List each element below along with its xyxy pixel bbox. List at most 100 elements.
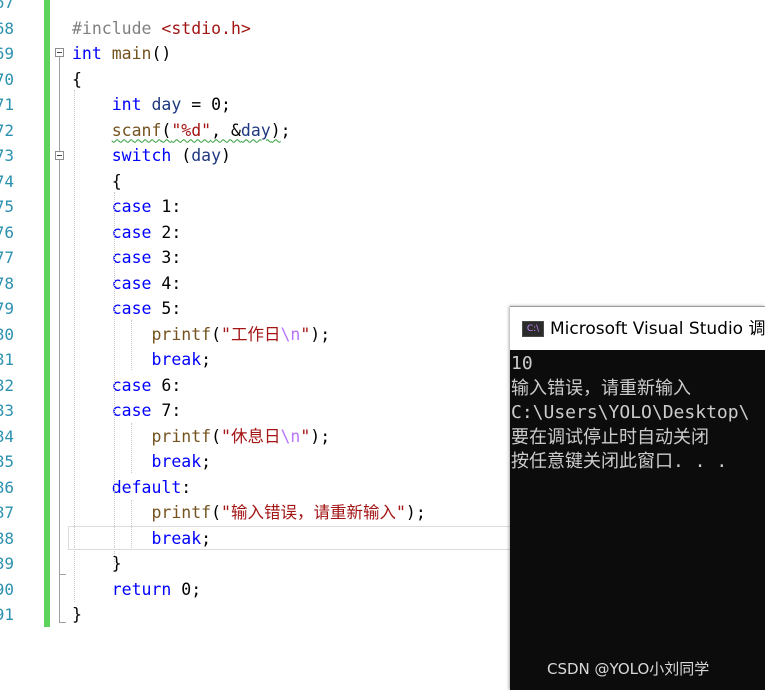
code-token: { — [72, 171, 122, 191]
console-titlebar[interactable]: C:\ Microsoft Visual Studio 调试控制台 — [510, 306, 765, 350]
console-title: Microsoft Visual Studio 调试控制台 — [550, 319, 765, 339]
code-text[interactable]: break; — [72, 449, 211, 475]
fold-region-line-switch — [59, 160, 60, 574]
code-token: ( — [171, 146, 192, 165]
line-number: 77 — [0, 248, 14, 267]
code-line[interactable]: 68 #include <stdio.h> — [0, 16, 765, 42]
code-token: "输入错误，请重新输入" — [221, 503, 406, 522]
code-token: int — [111, 95, 142, 114]
code-text[interactable]: printf("休息日\n"); — [72, 424, 330, 450]
code-line[interactable]: 67 — [0, 0, 765, 16]
code-token: 2: — [151, 222, 182, 242]
code-text[interactable]: case 4: — [72, 271, 182, 297]
code-token: case — [111, 273, 152, 293]
code-text[interactable]: case 2: — [72, 220, 182, 246]
code-line[interactable]: 71 int day = 0; — [0, 92, 765, 118]
code-token: , & — [211, 120, 241, 140]
code-line[interactable]: 69 int main() — [0, 41, 765, 67]
code-token: ); — [310, 426, 331, 446]
code-token: ; — [280, 120, 291, 140]
code-text[interactable]: case 5: — [72, 296, 182, 322]
code-token: 3: — [151, 248, 182, 267]
code-token: 7: — [151, 401, 182, 420]
code-text[interactable]: int day = 0; — [72, 92, 231, 118]
code-text[interactable]: printf("工作日\n"); — [72, 322, 330, 348]
csdn-watermark: CSDN @YOLO小刘同学 — [547, 660, 710, 678]
console-app-icon: C:\ — [522, 321, 544, 337]
code-token: ; — [201, 350, 212, 369]
line-number: 87 — [0, 503, 14, 522]
code-token: 4: — [151, 273, 182, 293]
line-number: 79 — [0, 299, 14, 318]
code-line[interactable]: 74 { — [0, 169, 765, 195]
code-token: ) — [221, 146, 231, 165]
code-token: ) — [270, 120, 281, 140]
code-token: 0; — [171, 579, 202, 599]
code-token: 6: — [151, 375, 182, 395]
code-text[interactable]: case 6: — [72, 373, 182, 399]
code-line[interactable]: 72 scanf("%d", &day); — [0, 118, 765, 144]
line-number: 82 — [0, 375, 14, 395]
line-number: 74 — [0, 171, 14, 191]
console-line: 10 — [511, 353, 533, 374]
code-token: scanf — [111, 120, 162, 140]
code-text[interactable]: switch (day) — [72, 143, 231, 169]
code-token: () — [151, 44, 172, 63]
code-token: { — [72, 69, 82, 89]
code-text[interactable]: break; — [72, 347, 211, 373]
collapse-minus-icon[interactable] — [55, 151, 64, 160]
code-line[interactable]: 70 { — [0, 67, 765, 93]
code-text[interactable]: #include <stdio.h> — [72, 16, 251, 42]
line-number: 90 — [0, 579, 14, 599]
code-text[interactable]: } — [72, 602, 82, 628]
indent-guide — [131, 423, 132, 473]
code-text[interactable]: { — [72, 169, 122, 195]
code-text[interactable]: scanf("%d", &day); — [72, 118, 291, 144]
code-token: printf — [151, 324, 212, 344]
line-number: 86 — [0, 477, 14, 497]
code-token: " — [300, 426, 311, 446]
code-text[interactable]: default: — [72, 475, 191, 501]
collapse-minus-icon[interactable] — [55, 48, 64, 57]
code-token: printf — [151, 503, 212, 522]
code-line[interactable]: 73 switch (day) — [0, 143, 765, 169]
console-line: 输入错误，请重新输入 — [511, 377, 691, 399]
code-text[interactable]: { — [72, 67, 82, 93]
console-output[interactable]: 10 输入错误，请重新输入 C:\Users\YOLO\Desktop\ 要在调… — [510, 352, 765, 475]
code-token: ); — [405, 503, 426, 522]
code-token: <stdio.h> — [161, 18, 251, 38]
line-number: 78 — [0, 273, 14, 293]
code-text[interactable]: printf("输入错误，请重新输入"); — [72, 500, 426, 526]
console-line: 按任意键关闭此窗口. . . — [511, 451, 728, 472]
code-token: : — [181, 477, 192, 497]
line-number: 71 — [0, 95, 14, 114]
code-text[interactable]: case 7: — [72, 398, 182, 424]
code-text[interactable]: case 1: — [72, 194, 182, 220]
indent-guide — [114, 192, 115, 564]
code-text[interactable]: int main() — [72, 41, 171, 67]
code-token: \n — [280, 324, 301, 344]
debug-console-window[interactable]: C:\ Microsoft Visual Studio 调试控制台 10 输入错… — [510, 306, 765, 690]
code-text[interactable]: return 0; — [72, 577, 201, 603]
line-number: 76 — [0, 222, 14, 242]
indent-guide — [131, 320, 132, 370]
code-token: int — [72, 44, 102, 63]
code-token: ( — [161, 120, 172, 140]
code-text[interactable]: case 3: — [72, 245, 182, 271]
line-number: 81 — [0, 350, 14, 369]
code-token: = 0; — [181, 95, 231, 114]
line-number: 83 — [0, 401, 14, 420]
